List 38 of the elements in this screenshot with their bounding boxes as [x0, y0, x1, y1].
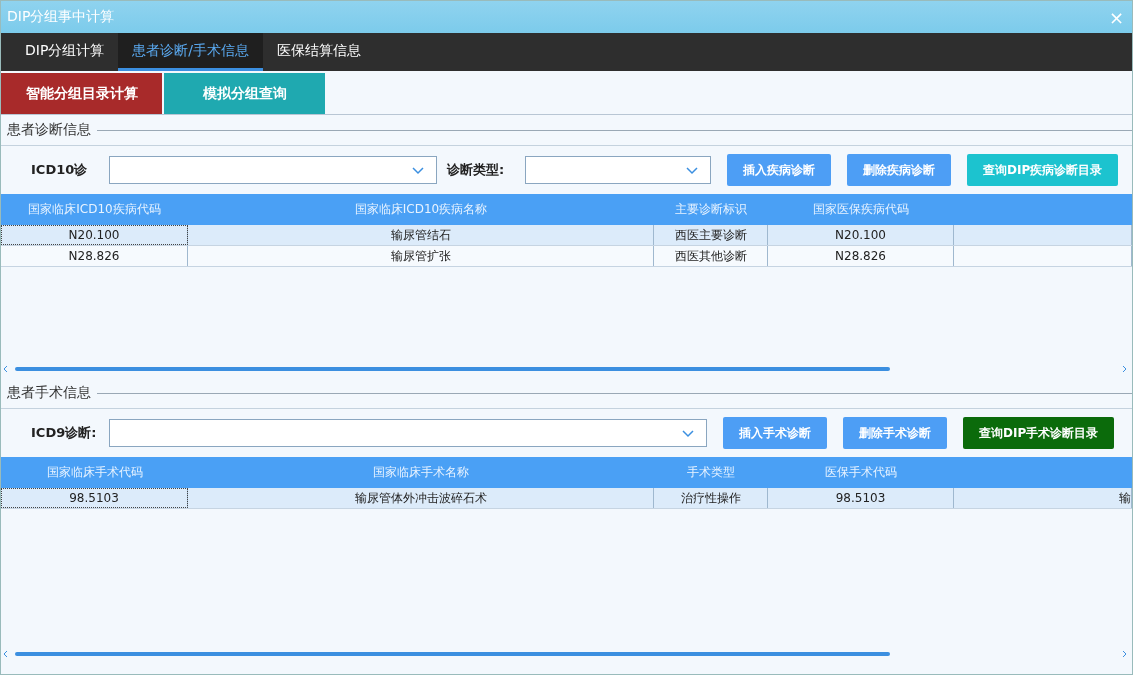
window-title: DIP分组事中计算 — [7, 8, 115, 26]
table-cell: 98.5103 — [1, 488, 188, 508]
table-cell: 输尿管扩张 — [188, 246, 654, 266]
table-cell: N20.100 — [1, 225, 188, 245]
action-button[interactable]: 查询DIP手术诊断目录 — [963, 417, 1115, 449]
column-header: 手术类型 — [686, 464, 736, 481]
column-header: 国家临床ICD10疾病代码 — [27, 201, 162, 218]
field-label: 诊断类型: — [447, 161, 506, 179]
table-cell: 西医主要诊断 — [654, 225, 768, 245]
field-label: ICD10诊 — [31, 161, 89, 179]
tab[interactable]: DIP分组计算 — [11, 33, 119, 71]
column-header: 国家临床ICD10疾病名称 — [353, 201, 489, 218]
action-button[interactable]: 智能分组目录计算 — [1, 73, 162, 114]
table-cell: N28.826 — [1, 246, 188, 266]
table-row[interactable]: N20.100 输尿管结石 西医主要诊断 N20.100 — [1, 225, 1132, 246]
type-select[interactable] — [525, 156, 711, 184]
table-cell: 输 — [954, 488, 1132, 508]
table-cell: N20.100 — [768, 225, 954, 245]
field-label: ICD9诊断: — [31, 424, 98, 442]
column-header: 医保手术代码 — [824, 464, 898, 481]
section-title: 患者诊断信息 — [7, 121, 91, 139]
section-title: 患者手术信息 — [7, 384, 91, 402]
column-header: 国家医保疾病代码 — [812, 201, 910, 218]
code-select[interactable] — [109, 419, 707, 447]
tab[interactable]: 医保结算信息 — [263, 33, 376, 71]
table-cell: N28.826 — [768, 246, 954, 266]
table-row[interactable]: N28.826 输尿管扩张 西医其他诊断 N28.826 — [1, 246, 1132, 267]
table-row[interactable]: 98.5103 输尿管体外冲击波碎石术 治疗性操作 98.5103 输 — [1, 488, 1132, 509]
column-header: 国家临床手术代码 — [45, 464, 144, 481]
tab[interactable]: 患者诊断/手术信息 — [118, 33, 264, 71]
table-cell: 输尿管结石 — [188, 225, 654, 245]
code-select[interactable] — [109, 156, 437, 184]
table-cell: 输尿管体外冲击波碎石术 — [188, 488, 654, 508]
table-cell: 治疗性操作 — [654, 488, 768, 508]
table-cell: 西医其他诊断 — [654, 246, 768, 266]
column-header: 主要诊断标识 — [674, 201, 748, 218]
column-header: 国家临床手术名称 — [372, 464, 470, 481]
table-cell: 98.5103 — [768, 488, 954, 508]
